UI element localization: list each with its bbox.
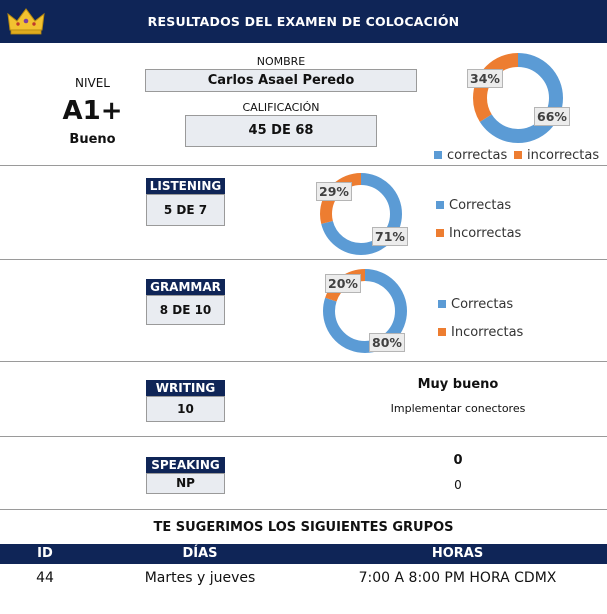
level-description: Bueno — [69, 132, 116, 147]
legend-square-icon — [436, 228, 444, 237]
listening-score: 5 DE 7 — [146, 194, 225, 226]
column-header-id: ID — [37, 546, 53, 561]
grammar-incorrect-label: 20% — [325, 274, 361, 293]
legend-label: Correctas — [451, 297, 514, 312]
listening-legend-correct: Correctas — [436, 198, 511, 213]
legend-square-icon — [436, 200, 444, 209]
column-header-days: DÍAS — [182, 546, 218, 561]
legend-label: Incorrectas — [449, 226, 522, 241]
listening-badge: LISTENING — [146, 178, 225, 194]
level-value: A1+ — [62, 96, 123, 126]
group-days-cell: Martes y jueves — [144, 570, 256, 586]
legend-square-icon — [434, 150, 442, 159]
legend-label: Correctas — [449, 198, 512, 213]
listening-legend-incorrect: Incorrectas — [436, 226, 521, 241]
grammar-legend-correct: Correctas — [438, 297, 513, 312]
grammar-legend-incorrect: Incorrectas — [438, 325, 523, 340]
score-field: 45 DE 68 — [185, 115, 377, 147]
overall-donut-chart — [473, 53, 563, 143]
level-label: NIVEL — [75, 76, 110, 90]
grammar-correct-label: 80% — [369, 333, 405, 352]
overall-incorrect-label: 34% — [467, 69, 503, 88]
page-title: RESULTADOS DEL EXAMEN DE COLOCACIÓN — [147, 14, 460, 29]
group-hours-cell: 7:00 A 8:00 PM HORA CDMX — [358, 570, 557, 586]
listening-incorrect-label: 29% — [316, 182, 352, 201]
legend-label: Incorrectas — [451, 325, 524, 340]
speaking-comment: 0 — [454, 478, 462, 492]
writing-score: 10 — [146, 396, 225, 422]
speaking-score: NP — [146, 473, 225, 494]
legend-label: correctas — [447, 148, 508, 163]
column-header-hours: HORAS — [431, 546, 484, 561]
group-id-cell: 44 — [36, 570, 54, 586]
speaking-badge: SPEAKING — [146, 457, 225, 473]
legend-square-icon — [514, 150, 522, 159]
writing-comment: Implementar conectores — [390, 402, 526, 415]
groups-title: TE SUGERIMOS LOS SIGUIENTES GRUPOS — [153, 520, 454, 535]
name-field: Carlos Asael Peredo — [145, 69, 417, 92]
speaking-rating: 0 — [453, 453, 463, 468]
overall-correct-label: 66% — [534, 107, 570, 126]
divider — [0, 361, 607, 362]
divider — [0, 436, 607, 437]
overall-legend-correct: correctas — [434, 148, 507, 163]
score-label: CALIFICACIÓN — [242, 101, 320, 114]
divider — [0, 165, 607, 166]
divider — [0, 259, 607, 260]
overall-legend-incorrect: incorrectas — [514, 148, 599, 163]
writing-badge: WRITING — [146, 380, 225, 396]
listening-correct-label: 71% — [372, 227, 408, 246]
name-label: NOMBRE — [256, 55, 306, 68]
writing-rating: Muy bueno — [417, 377, 499, 392]
legend-label: incorrectas — [527, 148, 600, 163]
grammar-score: 8 DE 10 — [146, 295, 225, 325]
grammar-badge: GRAMMAR — [146, 279, 225, 295]
legend-square-icon — [438, 299, 446, 308]
divider — [0, 509, 607, 510]
legend-square-icon — [438, 327, 446, 336]
